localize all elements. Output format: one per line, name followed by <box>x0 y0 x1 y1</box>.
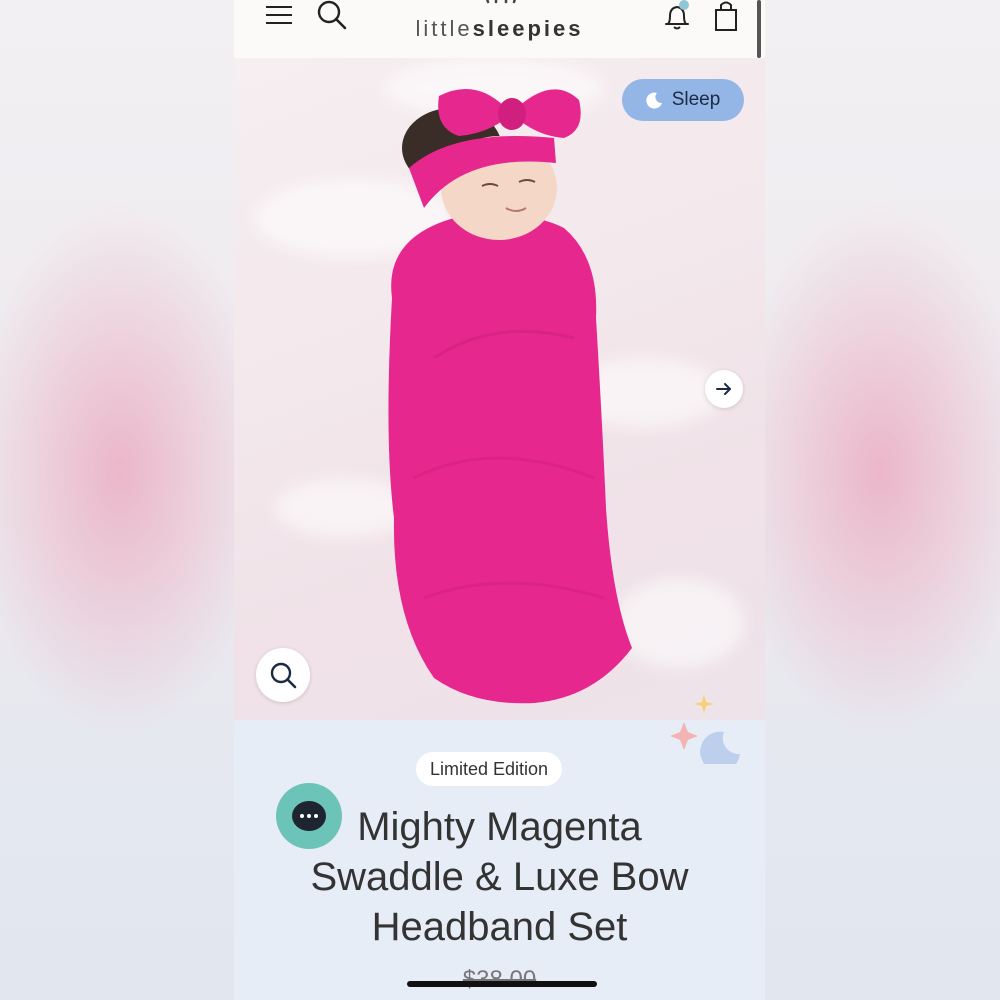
scroll-indicator <box>757 0 761 58</box>
shopping-bag-icon[interactable] <box>712 0 740 34</box>
product-info: Limited Edition Mighty Magenta Swaddle &… <box>234 694 765 1000</box>
product-title: Mighty Magenta Swaddle & Luxe Bow Headba… <box>264 802 735 952</box>
limited-edition-badge: Limited Edition <box>416 752 563 786</box>
product-title-line-1: Mighty Magenta <box>357 805 642 849</box>
site-header: littlesleepies <box>234 0 765 58</box>
magnifier-icon <box>270 662 297 689</box>
logo-light-text: little <box>415 16 473 41</box>
zoom-image-button[interactable] <box>256 648 310 702</box>
home-indicator[interactable] <box>407 981 597 987</box>
phone-screen: littlesleepies Sleep Limited Edition Mig… <box>234 0 765 1000</box>
logo-bold-text: sleepies <box>472 16 584 41</box>
swaddled-baby-illustration <box>388 88 632 704</box>
sparkle-moon-icon <box>670 694 740 764</box>
moon-icon <box>646 92 662 109</box>
arrow-right-icon <box>716 383 731 395</box>
product-title-line-3: Headband Set <box>371 905 628 949</box>
product-title-line-2: Swaddle & Luxe Bow <box>310 855 689 899</box>
logo-sun-icon <box>486 0 516 4</box>
product-price: $38.00 <box>462 966 537 993</box>
category-pill-label: Sleep <box>671 89 721 110</box>
bell-icon[interactable] <box>662 0 692 34</box>
next-image-button[interactable] <box>705 370 743 408</box>
category-pill-sleep[interactable]: Sleep <box>622 79 744 121</box>
product-image[interactable]: Sleep <box>234 58 765 720</box>
